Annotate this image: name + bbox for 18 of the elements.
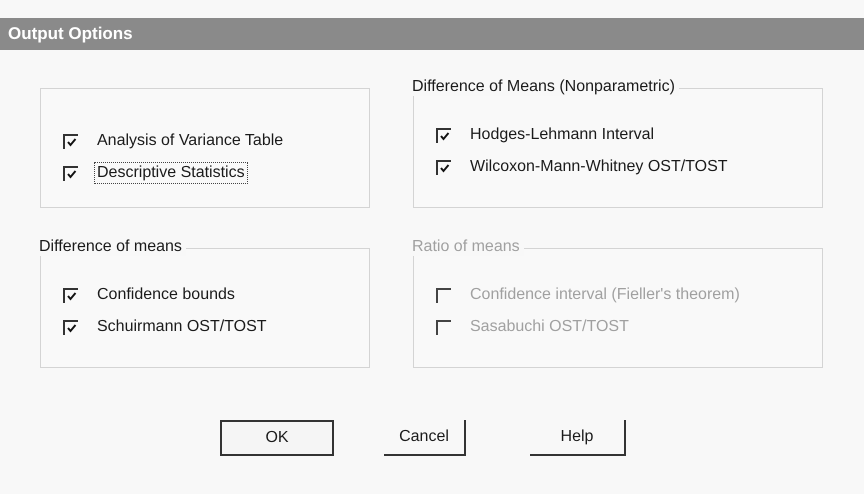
checkbox-label: Wilcoxon-Mann-Whitney OST/TOST [469,157,729,177]
button[interactable]: OK [220,420,334,456]
checkbox[interactable] [63,166,78,180]
checkbox[interactable] [436,160,451,174]
button[interactable]: Help [530,420,626,456]
checkbox-label: Analysis of Variance Table [96,131,284,151]
checkbox[interactable] [63,288,78,302]
checkbox-label: Confidence interval (Fieller's theorem) [469,285,741,305]
button[interactable]: Cancel [384,420,466,456]
checkbox-label: Hodges-Lehmann Interval [469,125,656,145]
checkbox[interactable] [63,134,78,148]
checkbox[interactable] [63,320,78,334]
checkbox[interactable] [436,128,451,142]
checkbox-label: Sasabuchi OST/TOST [469,317,630,337]
window-title: Output Options [8,24,133,44]
checkbox-label: Schuirmann OST/TOST [96,317,268,337]
checkbox-label: Descriptive Statistics [94,162,248,184]
checkbox-label: Confidence bounds [96,285,236,305]
